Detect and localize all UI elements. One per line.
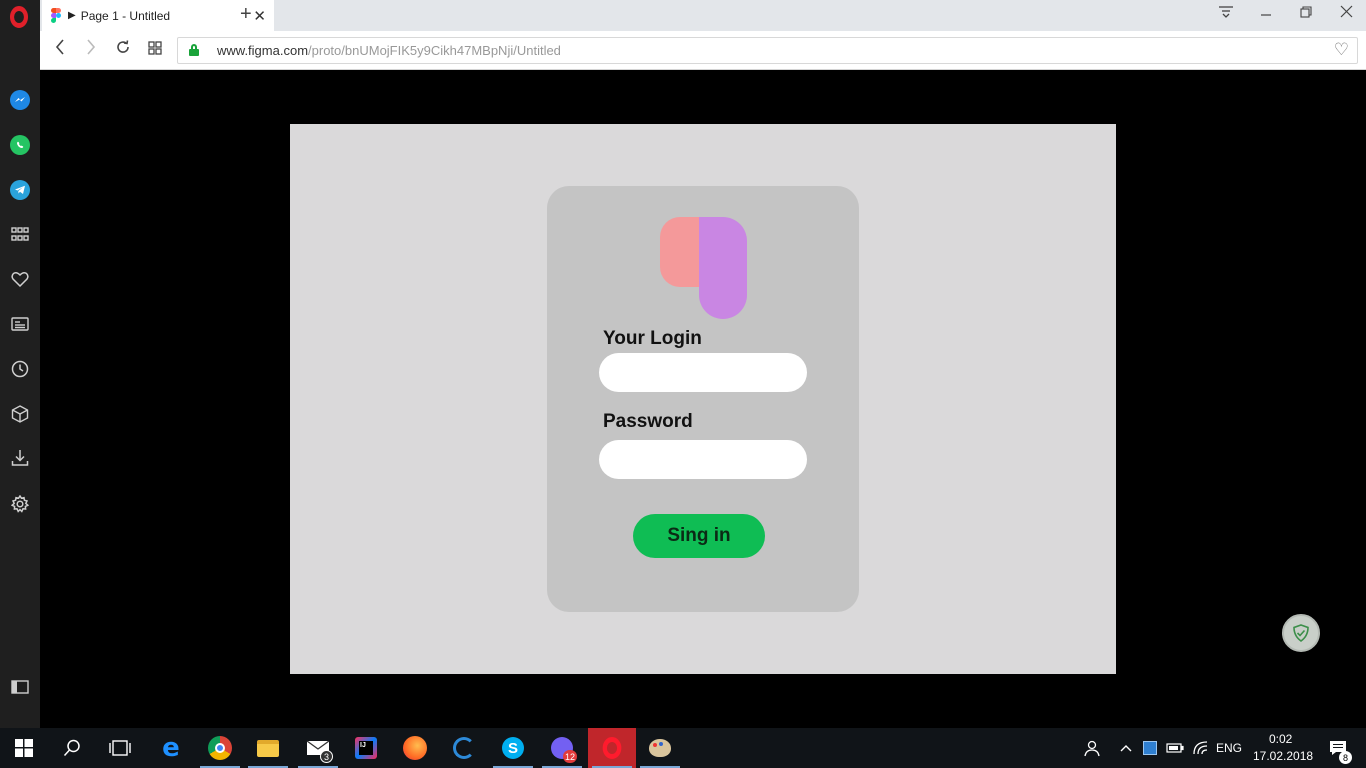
news-icon[interactable] — [8, 312, 32, 336]
battery-icon[interactable] — [1162, 728, 1188, 768]
telegram-icon[interactable] — [8, 178, 32, 202]
opera-taskbar-icon[interactable] — [588, 728, 636, 768]
url-host: www.figma.com — [217, 43, 309, 58]
ccleaner-icon[interactable] — [440, 728, 488, 768]
people-icon[interactable] — [1068, 728, 1114, 768]
clock-date[interactable]: 17.02.2018 — [1253, 749, 1313, 763]
login-label: Your Login — [603, 328, 702, 349]
notifications-icon[interactable]: 8 — [1318, 728, 1358, 768]
speed-dial-icon[interactable] — [8, 222, 32, 246]
extensions-icon[interactable] — [8, 402, 32, 426]
start-button[interactable] — [0, 728, 48, 768]
edge-browser-icon[interactable]: e — [147, 728, 195, 768]
play-icon: ▶ — [68, 10, 76, 21]
bookmarks-icon[interactable] — [8, 267, 32, 291]
app-logo-right-shape — [699, 217, 747, 319]
paint-icon[interactable] — [636, 728, 684, 768]
windows-taskbar: e 3 IJ S 12 ENG 0:02 17.02.2018 8 — [0, 728, 1366, 768]
chrome-icon[interactable] — [196, 728, 244, 768]
figma-favicon-icon — [50, 7, 62, 24]
address-bar: www.figma.com/proto/bnUMojFIK5y9Cikh47MB… — [40, 31, 1366, 70]
mail-icon[interactable]: 3 — [294, 728, 342, 768]
task-view-icon[interactable] — [96, 728, 144, 768]
opera-sidebar — [0, 0, 40, 728]
restore-button[interactable] — [1296, 5, 1316, 22]
whatsapp-icon[interactable] — [8, 133, 32, 157]
settings-icon[interactable] — [8, 492, 32, 516]
prototype-frame: Your Login Password Sing in — [290, 124, 1116, 674]
language-indicator[interactable]: ENG — [1216, 741, 1242, 755]
viber-badge: 12 — [562, 750, 577, 763]
intellij-icon[interactable]: IJ — [342, 728, 390, 768]
history-icon[interactable] — [8, 357, 32, 381]
tab-bar: ▶ Page 1 - Untitled ✕ + — [40, 0, 1366, 31]
wifi-icon[interactable] — [1188, 728, 1214, 768]
opera-logo-icon[interactable] — [9, 6, 29, 28]
tab-menu-icon[interactable] — [1216, 5, 1236, 23]
close-window-button[interactable] — [1336, 5, 1356, 22]
url-field[interactable]: www.figma.com/proto/bnUMojFIK5y9Cikh47MB… — [177, 37, 1358, 64]
new-tab-button[interactable]: + — [240, 3, 252, 26]
messenger-icon[interactable] — [8, 88, 32, 112]
login-card: Your Login Password Sing in — [547, 186, 859, 612]
viber-icon[interactable]: 12 — [538, 728, 586, 768]
password-label: Password — [603, 411, 693, 432]
mail-badge: 3 — [320, 750, 333, 763]
tray-chevron-icon[interactable] — [1114, 728, 1138, 768]
tray-app-icon[interactable] — [1138, 728, 1162, 768]
minimize-button[interactable] — [1256, 5, 1276, 23]
firefox-icon[interactable] — [391, 728, 439, 768]
tab-grid-icon[interactable] — [145, 39, 165, 60]
sidebar-toggle-icon[interactable] — [8, 675, 32, 699]
lock-icon — [189, 44, 199, 56]
back-button[interactable] — [50, 39, 70, 60]
sign-in-button[interactable]: Sing in — [633, 514, 765, 558]
reload-button[interactable] — [113, 39, 133, 60]
tab-title: Page 1 - Untitled — [80, 8, 171, 23]
vpn-shield-icon[interactable] — [1282, 614, 1320, 652]
forward-button[interactable] — [81, 39, 101, 60]
login-input[interactable] — [599, 353, 807, 392]
app-logo-left-shape — [660, 217, 700, 287]
file-explorer-icon[interactable] — [244, 728, 292, 768]
bookmark-heart-icon[interactable]: ♡ — [1334, 40, 1349, 60]
password-input[interactable] — [599, 440, 807, 479]
notifications-badge: 8 — [1339, 751, 1352, 764]
page-viewport: Your Login Password Sing in — [40, 70, 1366, 728]
url-path: /proto/bnUMojFIK5y9Cikh47MBpNji/Untitled — [308, 43, 561, 58]
tab-close-icon[interactable]: ✕ — [253, 7, 266, 25]
clock-time[interactable]: 0:02 — [1269, 732, 1292, 746]
downloads-icon[interactable] — [8, 446, 32, 470]
search-icon[interactable] — [48, 728, 96, 768]
skype-icon[interactable]: S — [489, 728, 537, 768]
